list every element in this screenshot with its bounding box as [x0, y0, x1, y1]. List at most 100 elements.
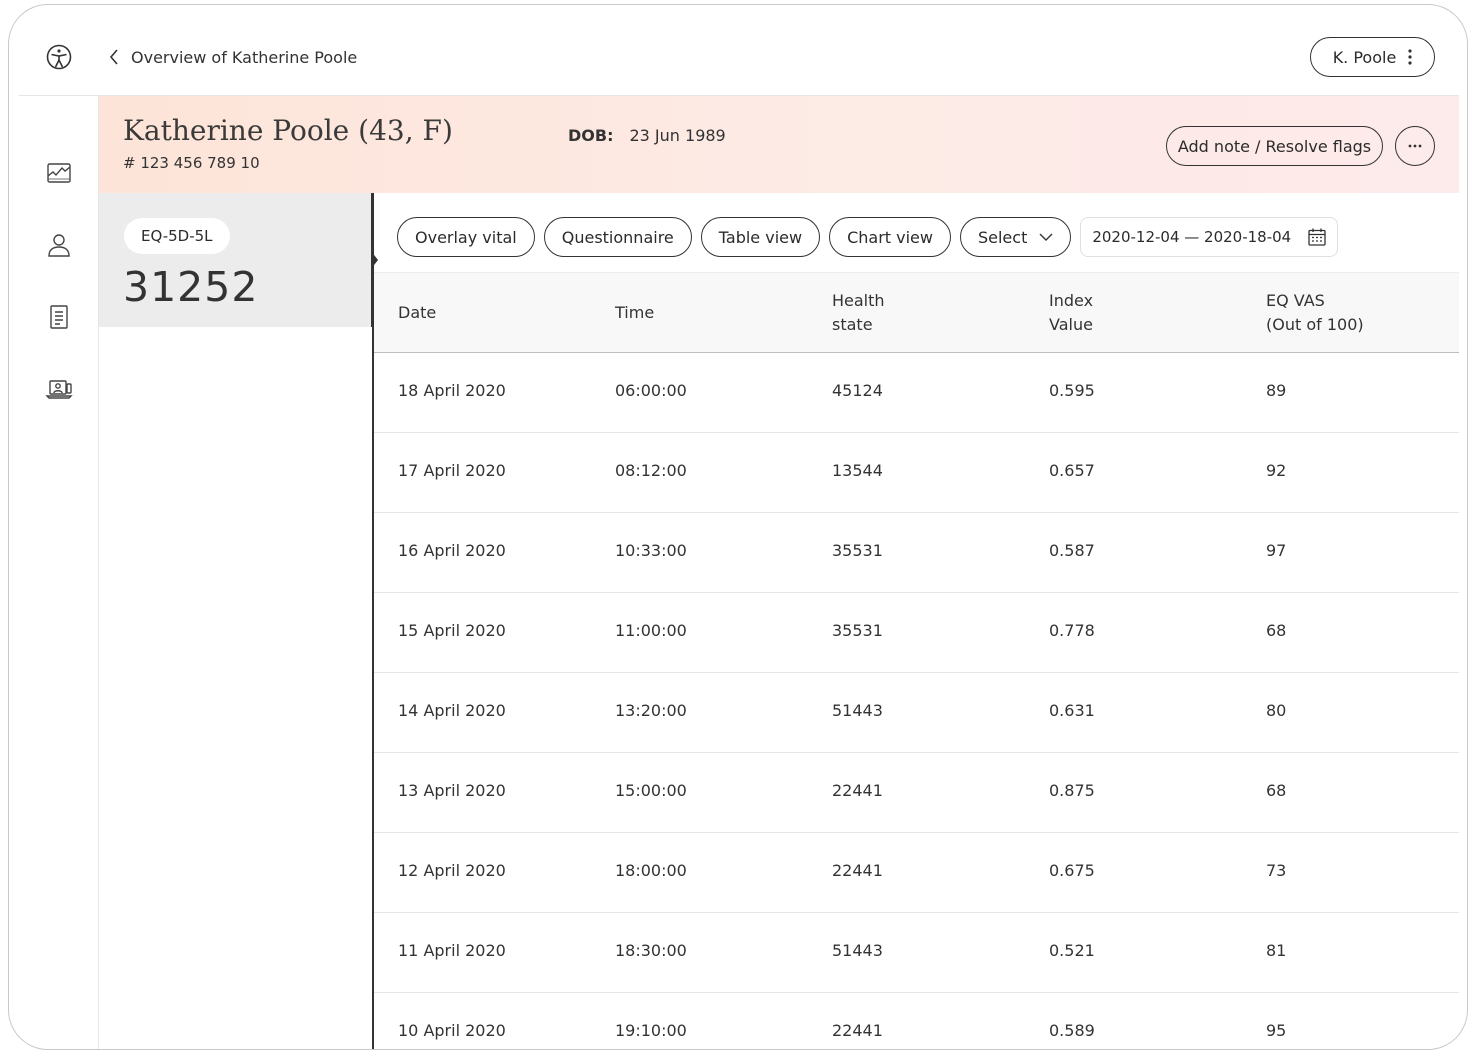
column-health-state[interactable]: Health state — [832, 289, 885, 337]
cell-eq-vas: 68 — [1266, 781, 1287, 800]
table-row[interactable]: 18 April 2020 06:00:00 45124 0.595 89 — [374, 353, 1459, 433]
cell-time: 10:33:00 — [615, 541, 687, 560]
cell-date: 10 April 2020 — [398, 1021, 506, 1040]
cell-time: 15:00:00 — [615, 781, 687, 800]
column-vas-line1: EQ VAS — [1266, 291, 1325, 310]
column-eq-vas[interactable]: EQ VAS (Out of 100) — [1266, 289, 1364, 337]
cell-eq-vas: 68 — [1266, 621, 1287, 640]
video-call-icon[interactable] — [45, 375, 73, 403]
document-icon[interactable] — [45, 303, 73, 331]
dob-label: DOB: — [568, 126, 614, 145]
cell-index-value: 0.595 — [1049, 381, 1095, 400]
cell-health-state: 22441 — [832, 1021, 883, 1040]
questionnaire-button[interactable]: Questionnaire — [543, 217, 692, 257]
calendar-icon[interactable] — [1307, 227, 1327, 247]
cell-eq-vas: 80 — [1266, 701, 1287, 720]
table-row[interactable]: 10 April 2020 19:10:00 22441 0.589 95 — [374, 993, 1459, 1049]
table-row[interactable]: 15 April 2020 11:00:00 35531 0.778 68 — [374, 593, 1459, 673]
table-row[interactable]: 13 April 2020 15:00:00 22441 0.875 68 — [374, 753, 1459, 833]
cell-date: 17 April 2020 — [398, 461, 506, 480]
view-toolbar: Overlay vital Questionnaire Table view C… — [397, 217, 1339, 257]
ellipsis-horizontal-icon — [1408, 144, 1422, 148]
cell-health-state: 35531 — [832, 621, 883, 640]
cell-eq-vas: 92 — [1266, 461, 1287, 480]
person-icon[interactable] — [45, 231, 73, 259]
cell-health-state: 13544 — [832, 461, 883, 480]
cell-index-value: 0.587 — [1049, 541, 1095, 560]
column-health-line1: Health — [832, 291, 885, 310]
date-range-field[interactable]: 2020-12-04 — 2020-18-04 — [1080, 217, 1339, 257]
column-time[interactable]: Time — [615, 301, 654, 325]
cell-eq-vas: 73 — [1266, 861, 1287, 880]
cell-time: 06:00:00 — [615, 381, 687, 400]
more-options-button[interactable] — [1395, 126, 1435, 166]
cell-health-state: 22441 — [832, 781, 883, 800]
cell-health-state: 51443 — [832, 701, 883, 720]
questionnaire-score: 31252 — [123, 263, 259, 311]
cell-date: 14 April 2020 — [398, 701, 506, 720]
top-bar: Overview of Katherine Poole K. Poole — [19, 5, 1459, 96]
cell-index-value: 0.657 — [1049, 461, 1095, 480]
nav-rail — [19, 96, 99, 1049]
cell-health-state: 22441 — [832, 861, 883, 880]
results-table: Date Time Health state Index Value EQ VA… — [374, 272, 1459, 1049]
column-vas-line2: (Out of 100) — [1266, 315, 1364, 334]
column-index-value[interactable]: Index Value — [1049, 289, 1093, 337]
questionnaire-card[interactable]: EQ-5D-5L 31252 — [99, 193, 373, 327]
overlay-vital-button[interactable]: Overlay vital — [397, 217, 535, 257]
column-health-line2: state — [832, 315, 873, 334]
table-row[interactable]: 11 April 2020 18:30:00 51443 0.521 81 — [374, 913, 1459, 993]
cell-eq-vas: 81 — [1266, 941, 1287, 960]
chevron-down-icon — [1039, 233, 1053, 241]
cell-index-value: 0.631 — [1049, 701, 1095, 720]
cell-date: 15 April 2020 — [398, 621, 506, 640]
cell-date: 11 April 2020 — [398, 941, 506, 960]
user-menu-button[interactable]: K. Poole — [1310, 37, 1435, 77]
questionnaire-chip: EQ-5D-5L — [124, 218, 230, 254]
cell-index-value: 0.778 — [1049, 621, 1095, 640]
cell-time: 19:10:00 — [615, 1021, 687, 1040]
add-note-button[interactable]: Add note / Resolve flags — [1166, 126, 1383, 166]
cell-date: 13 April 2020 — [398, 781, 506, 800]
cell-time: 13:20:00 — [615, 701, 687, 720]
cell-eq-vas: 89 — [1266, 381, 1287, 400]
column-index-line1: Index — [1049, 291, 1094, 310]
table-row[interactable]: 14 April 2020 13:20:00 51443 0.631 80 — [374, 673, 1459, 753]
cell-time: 11:00:00 — [615, 621, 687, 640]
chart-icon[interactable] — [45, 159, 73, 187]
accessibility-logo-icon[interactable] — [45, 43, 73, 71]
selected-pointer — [371, 251, 378, 269]
column-date[interactable]: Date — [398, 301, 436, 325]
cell-eq-vas: 97 — [1266, 541, 1287, 560]
patient-name: Katherine Poole (43, F) — [123, 114, 453, 147]
table-view-button[interactable]: Table view — [700, 217, 821, 257]
table-header: Date Time Health state Index Value EQ VA… — [374, 272, 1459, 353]
patient-id: # 123 456 789 10 — [123, 154, 260, 172]
select-label: Select — [977, 227, 1028, 247]
table-row[interactable]: 16 April 2020 10:33:00 35531 0.587 97 — [374, 513, 1459, 593]
patient-dob: DOB: 23 Jun 1989 — [568, 126, 726, 145]
cell-date: 12 April 2020 — [398, 861, 506, 880]
app-frame: Overview of Katherine Poole K. Poole Kat… — [8, 4, 1468, 1050]
cell-eq-vas: 95 — [1266, 1021, 1287, 1040]
date-range-value: 2020-12-04 — 2020-18-04 — [1092, 228, 1292, 246]
table-row[interactable]: 17 April 2020 08:12:00 13544 0.657 92 — [374, 433, 1459, 513]
cell-health-state: 35531 — [832, 541, 883, 560]
chart-view-button[interactable]: Chart view — [829, 217, 951, 257]
cell-date: 18 April 2020 — [398, 381, 506, 400]
cell-health-state: 45124 — [832, 381, 883, 400]
kebab-vertical-icon — [1408, 49, 1412, 65]
select-dropdown[interactable]: Select — [959, 217, 1072, 257]
cell-date: 16 April 2020 — [398, 541, 506, 560]
table-row[interactable]: 12 April 2020 18:00:00 22441 0.675 73 — [374, 833, 1459, 913]
dob-value: 23 Jun 1989 — [629, 126, 726, 145]
cell-time: 18:00:00 — [615, 861, 687, 880]
back-link[interactable]: Overview of Katherine Poole — [109, 43, 357, 71]
cell-health-state: 51443 — [832, 941, 883, 960]
cell-index-value: 0.875 — [1049, 781, 1095, 800]
user-name: K. Poole — [1332, 47, 1397, 67]
cell-time: 08:12:00 — [615, 461, 687, 480]
cell-index-value: 0.521 — [1049, 941, 1095, 960]
patient-header: Katherine Poole (43, F) # 123 456 789 10… — [99, 96, 1459, 193]
column-index-line2: Value — [1049, 315, 1093, 334]
